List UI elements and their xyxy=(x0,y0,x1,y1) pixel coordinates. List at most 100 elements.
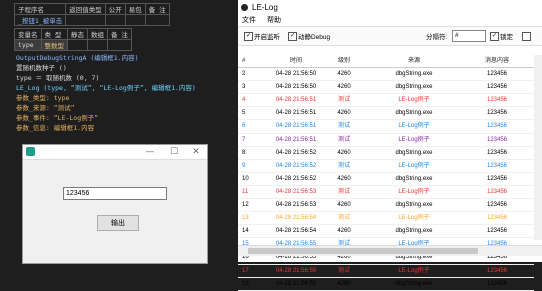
variable-header-cell[interactable]: 备 注 xyxy=(107,28,132,40)
log-cell: 6 xyxy=(242,123,246,130)
log-grid-header: # 时间 级别 来源 消息内容 xyxy=(238,55,534,69)
variable-row-cell[interactable]: type xyxy=(14,39,42,51)
menu-file[interactable]: 文件 xyxy=(242,17,256,24)
log-row[interactable]: 12 04-28 21:56:53 4260 dbgString.exe 123456 xyxy=(238,199,534,213)
log-row[interactable]: 8 04-28 21:56:52 4260 dbgString.exe 123456 xyxy=(238,147,534,160)
log-row[interactable]: 9 04-28 21:56:52 测试 LE-Log例子 123456 xyxy=(238,160,534,173)
horizontal-scrollbar[interactable] xyxy=(238,245,542,256)
debug-checkbox[interactable]: ✓ xyxy=(288,32,297,41)
column-header[interactable]: # xyxy=(238,55,266,67)
output-button[interactable]: 输出 xyxy=(97,215,139,231)
log-cell: 04-28 21:56:55 xyxy=(275,280,317,287)
signature-row-cell[interactable] xyxy=(104,14,126,26)
variable-row-cell[interactable] xyxy=(107,39,132,51)
column-header[interactable]: 来源 xyxy=(362,55,466,67)
message-input[interactable]: 123456 xyxy=(63,187,167,200)
column-header[interactable]: 级别 xyxy=(326,55,362,67)
variable-header-cell[interactable]: 变量名 xyxy=(14,28,42,40)
log-cell: 123456 xyxy=(486,71,508,78)
log-cell: 4260 xyxy=(337,84,351,91)
log-cell: 4260 xyxy=(337,110,351,117)
log-cell: 04-28 21:56:55 xyxy=(275,267,317,274)
signature-header-cell[interactable]: 公开 xyxy=(104,3,126,15)
code-line[interactable]: LE_Log (type, “测试”, “LE-Log例子”, 编辑框1.内容) xyxy=(16,83,196,93)
log-cell: 123456 xyxy=(486,84,508,91)
log-cell: 123456 xyxy=(486,136,508,143)
log-cell: LE-Log例子 xyxy=(398,267,430,274)
lelog-titlebar[interactable]: LE-Log xyxy=(238,0,542,15)
menu-bar: 文件 帮助 xyxy=(238,15,542,26)
signature-header-cell[interactable]: 子程序名 xyxy=(13,3,67,15)
signature-row-cell[interactable] xyxy=(124,14,146,26)
log-cell: 123456 xyxy=(486,215,508,222)
log-row[interactable]: 6 04-28 21:56:51 测试 LE-Log例子 123456 xyxy=(238,120,534,134)
log-cell: LE-Log例子 xyxy=(398,123,430,130)
code-line[interactable]: 置随机数种子 () xyxy=(16,63,196,73)
log-cell: LE-Log例子 xyxy=(398,136,430,143)
minimize-button[interactable]: — xyxy=(143,145,157,159)
log-cell: 123456 xyxy=(486,97,508,104)
log-cell: 04-28 21:56:50 xyxy=(275,71,317,78)
log-cell: 9 xyxy=(242,162,246,169)
variable-row-cell[interactable] xyxy=(67,39,88,51)
code-line[interactable]: OutputDebugStringA (编辑框1.内容) xyxy=(16,53,196,63)
log-row[interactable]: 13 04-28 21:56:54 测试 LE-Log例子 123456 xyxy=(238,212,534,226)
code-line[interactable]: 参数_类型: type xyxy=(16,93,196,103)
signature-header-cell[interactable]: 备 注 xyxy=(144,3,170,15)
top-checkbox[interactable] xyxy=(522,32,531,41)
test-window-titlebar[interactable]: — ☐ ✕ xyxy=(23,145,207,160)
signature-header-cell[interactable]: 返回值类型 xyxy=(65,3,106,15)
log-row[interactable]: 14 04-28 21:56:54 4260 dbgString.exe 123456 xyxy=(238,225,534,239)
signature-header-cell[interactable]: 易包 xyxy=(124,3,146,15)
log-row[interactable]: 7 04-28 21:56:51 测试 LE-Log例子 123456 xyxy=(238,134,534,147)
close-button[interactable]: ✕ xyxy=(189,145,203,159)
log-cell: 14 xyxy=(242,228,249,235)
variable-header-cell[interactable]: 数组 xyxy=(87,28,108,40)
log-cell: 测试 xyxy=(337,267,350,274)
log-cell: 123456 xyxy=(486,175,508,182)
log-cell: 测试 xyxy=(337,188,350,195)
variable-row-cell[interactable] xyxy=(87,39,108,51)
code-lines[interactable]: OutputDebugStringA (编辑框1.内容) 置随机数种子 () typ… xyxy=(16,53,196,133)
horizontal-scroll-thumb[interactable] xyxy=(248,248,478,254)
log-row[interactable]: 11 04-28 21:56:53 测试 LE-Log例子 123456 xyxy=(238,186,534,200)
log-cell: 8 xyxy=(242,149,246,156)
log-cell: dbgString.exe xyxy=(395,228,433,235)
signature-row-cell[interactable]: _按钮1_被单击 xyxy=(13,14,67,26)
log-cell: 04-28 21:56:51 xyxy=(275,123,317,130)
code-line[interactable]: 参数_事件: “LE-Log例子” xyxy=(16,113,196,123)
log-row[interactable]: 4 04-28 21:56:51 测试 LE-Log例子 123456 xyxy=(238,94,534,108)
log-row[interactable]: 17 04-28 21:56:55 测试 LE-Log例子 123456 xyxy=(238,265,534,278)
code-line[interactable]: 参数_信息: 编辑框1.内容 xyxy=(16,123,196,133)
local-variable-table: 变量名类 型静态 数组备 注 type 整数型 xyxy=(14,28,132,51)
log-row[interactable]: 10 04-28 21:56:52 4260 dbgString.exe 123456 xyxy=(238,173,534,186)
code-line[interactable]: type ＝ 取随机数 (0, 7) xyxy=(16,73,196,83)
signature-row-cell[interactable] xyxy=(144,14,170,26)
log-row[interactable]: 5 04-28 21:56:51 4260 dbgString.exe 123456 xyxy=(238,107,534,121)
log-row[interactable]: 2 04-28 21:56:50 4260 dbgString.exe 123456 xyxy=(238,68,534,82)
log-cell: dbgString.exe xyxy=(395,202,433,209)
column-header[interactable]: 时间 xyxy=(266,55,326,67)
log-cell: 4260 xyxy=(337,175,351,182)
log-cell: LE-Log例子 xyxy=(398,215,430,222)
log-cell: LE-Log例子 xyxy=(398,97,430,104)
log-cell: LE-Log例子 xyxy=(398,162,430,169)
log-cell: 04-28 21:56:54 xyxy=(275,228,317,235)
log-cell: 123456 xyxy=(486,202,508,209)
log-cell: 04-28 21:56:52 xyxy=(275,175,317,182)
variable-row-cell[interactable]: 整数型 xyxy=(40,39,68,51)
signature-row-cell[interactable] xyxy=(65,14,106,26)
variable-header-cell[interactable]: 静态 xyxy=(67,28,88,40)
menu-help[interactable]: 帮助 xyxy=(267,17,281,24)
column-header[interactable]: 消息内容 xyxy=(466,55,528,67)
log-row[interactable]: 18 04-28 21:56:55 4260 dbgString.exe 123456 xyxy=(238,278,534,291)
log-row[interactable]: 3 04-28 21:56:50 4260 dbgString.exe 123456 xyxy=(238,81,534,95)
separator-input[interactable]: # xyxy=(452,30,486,42)
maximize-button[interactable]: ☐ xyxy=(167,145,181,159)
log-cell: 04-28 21:56:51 xyxy=(275,97,317,104)
variable-header-cell[interactable]: 类 型 xyxy=(40,28,68,40)
code-line[interactable]: 参数_来源: “测试” xyxy=(16,103,196,113)
listen-checkbox[interactable]: ✓ xyxy=(244,32,253,41)
vertical-scrollbar[interactable] xyxy=(534,55,542,240)
lock-checkbox[interactable]: ✓ xyxy=(490,32,499,41)
